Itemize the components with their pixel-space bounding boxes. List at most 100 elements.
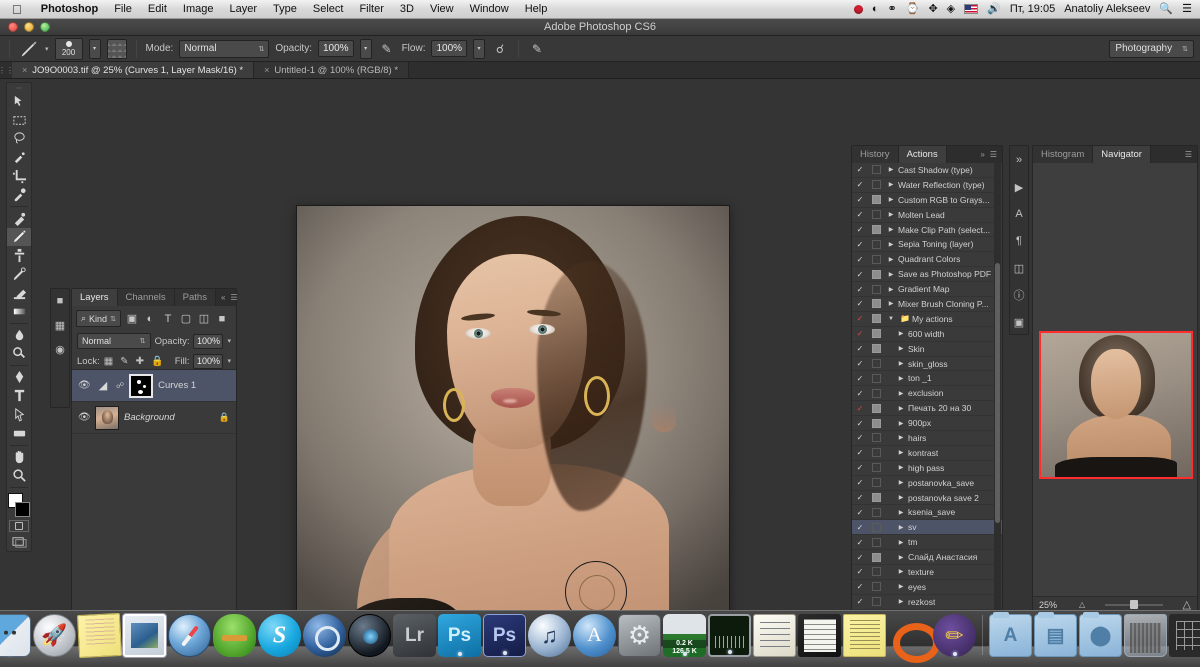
action-toggle-icon[interactable]: ✓: [852, 285, 868, 294]
action-dialog-toggle-icon[interactable]: [868, 448, 884, 458]
dock-item-stickies[interactable]: [76, 612, 123, 659]
history-panel-icon[interactable]: ▣: [1011, 314, 1027, 330]
action-row[interactable]: ✓ ▶ Quadrant Colors: [852, 252, 1002, 268]
zoom-out-icon[interactable]: △: [1079, 600, 1085, 609]
layer-visibility-icon[interactable]: 👁: [78, 412, 91, 423]
action-toggle-icon[interactable]: ✓: [852, 270, 868, 279]
layer-comps-icon[interactable]: ◫: [1011, 260, 1027, 276]
bluetooth-icon[interactable]: ✥: [928, 3, 937, 15]
opacity-slider-chevron-icon[interactable]: ▾: [359, 38, 372, 59]
close-icon[interactable]: ×: [22, 65, 27, 75]
action-toggle-icon[interactable]: ✓: [852, 404, 868, 413]
mask-link-icon[interactable]: ☍: [116, 381, 124, 390]
action-toggle-icon[interactable]: ✓: [852, 210, 868, 219]
dock-item-system-preferences[interactable]: [618, 614, 661, 657]
chevron-right-icon[interactable]: ▶: [884, 166, 898, 173]
action-dialog-toggle-icon[interactable]: [868, 478, 884, 488]
chevron-right-icon[interactable]: ▶: [884, 271, 898, 278]
action-row[interactable]: ✓ ▶ texture: [852, 565, 1002, 580]
blur-tool[interactable]: [7, 326, 31, 345]
action-toggle-icon[interactable]: ✓: [852, 582, 868, 591]
action-row[interactable]: ✓ ▶ Molten Lead: [852, 208, 1002, 223]
quick-mask-toggle-icon[interactable]: [9, 519, 29, 533]
zoom-tool[interactable]: [7, 466, 31, 485]
minimize-button[interactable]: [24, 22, 34, 32]
dock-item-podcast-app[interactable]: [933, 614, 976, 657]
hand-tool[interactable]: [7, 447, 31, 466]
chevron-right-icon[interactable]: ▶: [894, 583, 908, 590]
history-brush-tool[interactable]: [7, 265, 31, 284]
action-row[interactable]: ✓ ▶ exclusion: [852, 386, 1002, 402]
action-toggle-icon[interactable]: ✓: [852, 359, 868, 368]
tab-navigator[interactable]: Navigator: [1093, 146, 1151, 163]
chevron-right-icon[interactable]: ▶: [884, 196, 898, 203]
action-dialog-toggle-icon[interactable]: [868, 210, 884, 220]
crop-tool[interactable]: [7, 167, 31, 186]
notification-center-icon[interactable]: ☰: [1182, 3, 1192, 15]
tab-history[interactable]: History: [852, 146, 899, 163]
action-toggle-icon[interactable]: ✓: [852, 419, 868, 428]
chevron-right-icon[interactable]: ▶: [894, 494, 908, 501]
dock-item-documents-folder[interactable]: ▤: [1034, 612, 1077, 657]
clone-stamp-tool[interactable]: [7, 246, 31, 265]
actions-scrollbar[interactable]: [994, 163, 1001, 617]
action-row[interactable]: ✓ ▶ 600 width: [852, 327, 1002, 342]
color-panel-icon[interactable]: ■: [52, 293, 68, 309]
chevron-right-icon[interactable]: ▶: [884, 181, 898, 188]
chevron-right-icon[interactable]: ▶: [884, 286, 898, 293]
dock-item-itunes-dark[interactable]: [348, 614, 391, 657]
action-dialog-toggle-icon[interactable]: [868, 269, 884, 279]
action-toggle-icon[interactable]: ✓: [852, 523, 868, 532]
action-row[interactable]: ✓ ▶ Skin: [852, 342, 1002, 357]
dock-item-orange-ring-app[interactable]: [888, 614, 940, 663]
action-dialog-toggle-icon[interactable]: [868, 597, 884, 607]
shape-filter-icon[interactable]: ▢: [179, 312, 193, 325]
action-row[interactable]: ✓ ▶ Make Clip Path (select...: [852, 223, 1002, 238]
styles-panel-icon[interactable]: ◉: [52, 341, 68, 357]
dock-item-downloads-folder[interactable]: ⬤: [1079, 612, 1122, 657]
action-toggle-icon[interactable]: ✓: [852, 180, 868, 189]
action-dialog-toggle-icon[interactable]: [868, 314, 884, 324]
tab-paths[interactable]: Paths: [174, 289, 216, 306]
chevron-right-icon[interactable]: ▶: [894, 464, 908, 471]
layer-row-background[interactable]: 👁 Background 🔒: [72, 402, 236, 434]
action-dialog-toggle-icon[interactable]: [868, 433, 884, 443]
dock-item-photoshop-cc[interactable]: Ps: [438, 614, 481, 657]
lock-transparent-icon[interactable]: ▦: [104, 356, 113, 367]
fill-chevron-icon[interactable]: ▾: [227, 357, 231, 365]
collapse-icon[interactable]: »: [1011, 152, 1027, 168]
user-name[interactable]: Anatoliy Alekseev: [1064, 3, 1150, 15]
tab-layers[interactable]: Layers: [72, 289, 118, 306]
action-row[interactable]: ✓ ▶ Custom RGB to Grays...: [852, 193, 1002, 208]
action-toggle-icon[interactable]: ✓: [852, 299, 868, 308]
dock-item-launchpad[interactable]: [33, 614, 76, 657]
layer-fill-value[interactable]: 100%: [193, 353, 224, 369]
brush-tool-icon[interactable]: [19, 40, 39, 58]
menu-item-window[interactable]: Window: [462, 0, 517, 19]
action-dialog-toggle-icon[interactable]: [868, 180, 884, 190]
dock-item-lightroom[interactable]: Lr: [393, 614, 436, 657]
action-row[interactable]: ✓ ▶ Печать 20 на 30: [852, 401, 1002, 417]
play-icon[interactable]: ▶: [1011, 179, 1027, 195]
action-row[interactable]: ✓ ▶ ton _1: [852, 371, 1002, 387]
airbrush-icon[interactable]: ☌: [491, 42, 509, 56]
chevron-right-icon[interactable]: ▶: [894, 360, 908, 367]
menu-item-edit[interactable]: Edit: [140, 0, 175, 19]
dock-item-trash[interactable]: [1124, 614, 1167, 657]
dock-item-network-monitor[interactable]: 0.2 K 126.5 K: [663, 614, 706, 657]
layer-thumbnail[interactable]: [95, 405, 119, 430]
action-dialog-toggle-icon[interactable]: [868, 344, 884, 354]
opacity-input[interactable]: 100%: [318, 40, 354, 57]
action-toggle-icon[interactable]: ✓: [852, 597, 868, 606]
layer-row-curves-1[interactable]: 👁 ◢ ☍ Curves 1: [72, 370, 236, 402]
dock-item-mail[interactable]: [123, 614, 166, 657]
menu-item-help[interactable]: Help: [517, 0, 556, 19]
type-tool[interactable]: [7, 387, 31, 406]
rectangular-marquee-tool[interactable]: [7, 111, 31, 130]
action-toggle-icon[interactable]: ✓: [852, 567, 868, 576]
dock-item-photoshop-cs6[interactable]: Ps: [483, 614, 526, 657]
chevron-right-icon[interactable]: ▶: [894, 345, 908, 352]
action-toggle-icon[interactable]: ✓: [852, 374, 868, 383]
dock-item-activity-monitor[interactable]: [708, 614, 751, 657]
layer-visibility-icon[interactable]: 👁: [78, 380, 91, 391]
